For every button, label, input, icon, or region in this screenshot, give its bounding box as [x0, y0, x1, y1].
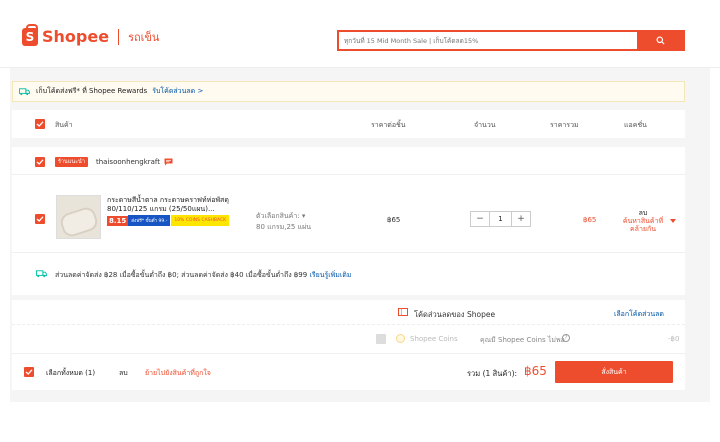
item-actions: ลบ ค้นหาสินค้าที่คล้ายกัน [621, 209, 665, 233]
preferred-shop-badge: ร้านแนะนำ [55, 157, 88, 167]
brand-name: Shopee [42, 27, 110, 46]
shopee-logo[interactable]: S Shopee รถเข็น [22, 23, 160, 46]
col-total-price: ราคารวม [550, 121, 579, 129]
rewards-banner: เก็บโค้ดส่งฟรี* ที่ Shopee Rewards รับโค… [12, 81, 685, 102]
shopee-bag-icon: S [22, 23, 38, 46]
search-icon [655, 36, 665, 45]
logo-divider [118, 28, 120, 45]
coins-row: Shopee Coins คุณมี Shopee Coins ไม่พอ ? … [12, 325, 685, 354]
unit-price: ฿65 [387, 216, 401, 224]
coin-icon [396, 334, 405, 343]
rewards-link[interactable]: รับโค้ดส่วนลด > [152, 86, 203, 97]
sale-tag: 8.15 [107, 215, 129, 226]
check-icon [25, 369, 33, 375]
voucher-icon [398, 308, 408, 316]
voucher-label: โค้ดส่วนลดของ Shopee [414, 310, 496, 319]
checkout-button[interactable]: สั่งสินค้า [555, 361, 673, 383]
item-checkbox[interactable] [35, 214, 45, 224]
cart-item-row: กระดาษสีน้ำตาล กระดาษคราฟท์ห่อพัสดุ 80/1… [12, 175, 685, 253]
coins-checkbox[interactable] [376, 334, 386, 344]
truck-icon [36, 270, 47, 278]
truck-icon [19, 87, 30, 95]
col-actions: แอคชั่น [624, 121, 647, 129]
select-all-checkbox-bottom[interactable] [24, 367, 34, 377]
info-icon[interactable]: ? [562, 334, 570, 342]
select-all-checkbox-top[interactable] [35, 119, 45, 129]
checkout-summary: โค้ดส่วนลดของ Shopee เลือกโค้ดส่วนลด Sho… [12, 300, 685, 390]
col-quantity: จำนวน [474, 121, 496, 129]
shipping-discount-text: ส่วนลดค่าจัดส่ง ฿28 เมื่อซื้อขั้นต่ำถึง … [55, 270, 351, 281]
caret-down-icon[interactable] [670, 219, 676, 224]
item-total-price: ฿65 [583, 216, 597, 224]
variant-label: ตัวเลือกสินค้า: [256, 212, 300, 220]
caret-down-icon: ▾ [301, 212, 306, 220]
col-unit-price: ราคาต่อชิ้น [371, 121, 406, 129]
header: S Shopee รถเข็น [0, 0, 720, 68]
shipping-discount-row: ส่วนลดค่าจัดส่ง ฿28 เมื่อซื้อขั้นต่ำถึง … [12, 253, 685, 295]
product-tags: 8.15 ส่งฟรี* ขั้นต่ำ 99.- 10% COINS CASH… [107, 215, 230, 226]
shop-section: ร้านแนะนำ thaisoonhengkraft กระดาษสีน้ำต… [12, 147, 685, 295]
quantity-decrease-button[interactable]: − [471, 212, 489, 226]
move-to-favorites-link[interactable]: ย้ายไปยังสินค้าที่ถูกใจ [145, 368, 211, 379]
total-value: ฿65 [524, 364, 547, 378]
chat-icon[interactable] [164, 158, 173, 166]
free-shipping-tag: ส่งฟรี* ขั้นต่ำ 99.- [128, 215, 171, 226]
find-similar-button[interactable]: ค้นหาสินค้าที่คล้ายกัน [621, 217, 665, 233]
select-all-label[interactable]: เลือกทั้งหมด (1) [46, 368, 95, 379]
logo-letter: S [25, 29, 35, 44]
check-icon [36, 159, 44, 165]
quantity-stepper: − 1 + [470, 211, 531, 227]
delete-item-button[interactable]: ลบ [621, 209, 665, 217]
col-product: สินค้า [55, 121, 73, 129]
shop-name[interactable]: thaisoonhengkraft [96, 158, 160, 166]
kraft-paper-image [58, 205, 100, 238]
quantity-increase-button[interactable]: + [512, 212, 530, 226]
total-label: รวม (1 สินค้า): [467, 369, 518, 378]
variant-selector[interactable]: ตัวเลือกสินค้า: ▾ [256, 211, 305, 222]
check-icon [36, 121, 44, 127]
cashback-tag: 10% COINS CASHBACK [171, 215, 230, 226]
shop-header: ร้านแนะนำ thaisoonhengkraft [12, 147, 685, 175]
coins-value: -฿0 [668, 335, 680, 343]
coins-label: Shopee Coins [410, 335, 458, 343]
voucher-row: โค้ดส่วนลดของ Shopee เลือกโค้ดส่วนลด [12, 300, 685, 325]
delete-selected-button[interactable]: ลบ [119, 368, 128, 379]
search-button[interactable] [637, 32, 683, 49]
check-icon [36, 216, 44, 222]
shipping-text: ส่วนลดค่าจัดส่ง ฿28 เมื่อซื้อขั้นต่ำถึง … [55, 271, 308, 279]
quantity-input[interactable]: 1 [489, 212, 512, 226]
search-input[interactable] [339, 32, 637, 49]
product-title[interactable]: กระดาษสีน้ำตาล กระดาษคราฟท์ห่อพัสดุ 80/1… [107, 196, 239, 214]
checkout-bar: เลือกทั้งหมด (1) ลบ ย้ายไปยังสินค้าที่ถู… [12, 354, 685, 390]
cart-column-header: สินค้า ราคาต่อชิ้น จำนวน ราคารวม แอคชั่น [12, 110, 685, 138]
shop-checkbox[interactable] [35, 157, 45, 167]
search-bar [337, 30, 685, 51]
product-thumbnail[interactable] [56, 195, 101, 239]
variant-value: 80 แกรม,25 แผ่น [256, 223, 312, 231]
page-title: รถเข็น [128, 30, 160, 44]
coins-insufficient-note: คุณมี Shopee Coins ไม่พอ [480, 336, 565, 344]
rewards-text: เก็บโค้ดส่งฟรี* ที่ Shopee Rewards [36, 87, 148, 95]
select-voucher-link[interactable]: เลือกโค้ดส่วนลด [614, 309, 664, 320]
learn-more-link[interactable]: เรียนรู้เพิ่มเติม [309, 271, 351, 279]
